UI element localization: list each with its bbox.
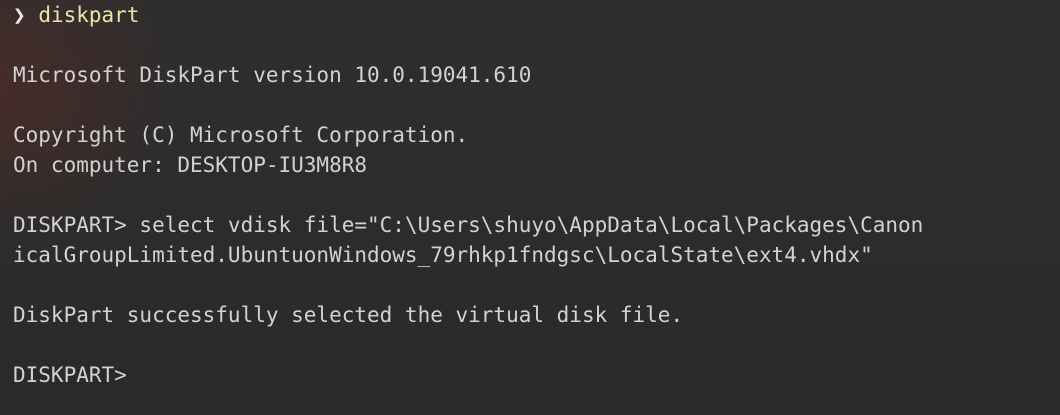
output-line-blank xyxy=(13,30,1060,60)
diskpart-prompt-line[interactable]: DISKPART> xyxy=(13,360,1060,390)
output-line-blank xyxy=(13,90,1060,120)
output-line-blank xyxy=(13,330,1060,360)
output-line-blank xyxy=(13,180,1060,210)
computer-name-line: On computer: DESKTOP-IU3M8R8 xyxy=(13,153,368,177)
copyright-line: Copyright (C) Microsoft Corporation. xyxy=(13,123,469,147)
terminal-window[interactable]: ❯ diskpart Microsoft DiskPart version 10… xyxy=(0,0,1060,415)
output-line-blank xyxy=(13,270,1060,300)
select-vdisk-command-line: DISKPART> select vdisk file="C:\Users\sh… xyxy=(13,213,924,237)
typed-command: diskpart xyxy=(38,3,140,27)
shell-prompt-line: ❯ diskpart xyxy=(13,0,1060,30)
prompt-chevron-icon: ❯ xyxy=(13,3,26,27)
select-vdisk-command-continuation: icalGroupLimited.UbuntuonWindows_79rhkp1… xyxy=(13,243,873,267)
success-message-line: DiskPart successfully selected the virtu… xyxy=(13,303,684,327)
diskpart-version-line: Microsoft DiskPart version 10.0.19041.61… xyxy=(13,63,532,87)
